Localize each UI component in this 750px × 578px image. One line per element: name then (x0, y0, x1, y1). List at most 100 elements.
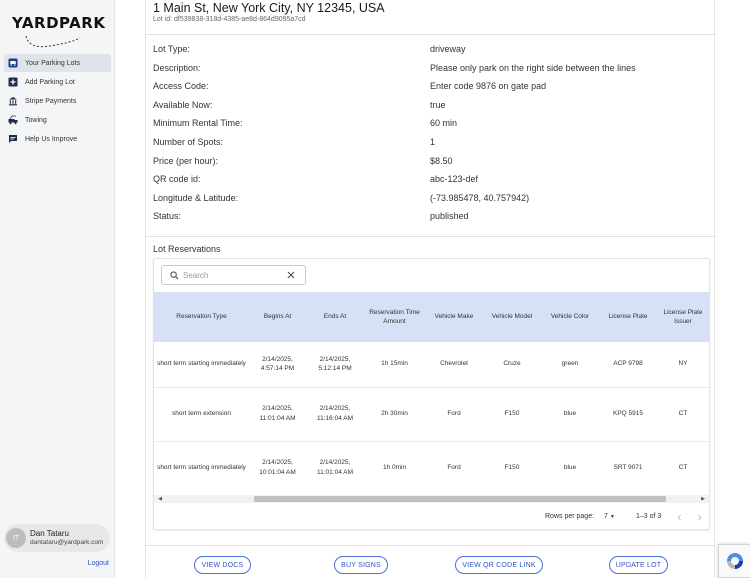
scroll-left-arrow-icon[interactable]: ◀ (156, 495, 164, 503)
table-cell: short term extension (154, 387, 249, 442)
detail-value: 60 min (430, 118, 458, 129)
table-cell: green (541, 342, 599, 388)
detail-label: QR code id: (153, 174, 201, 185)
divider (146, 545, 716, 546)
add-box-icon (8, 77, 18, 87)
sidebar-item-towing[interactable]: Towing (4, 111, 111, 129)
detail-value: Please only park on the right side betwe… (430, 62, 636, 73)
table-cell: short term starting immediately (154, 441, 249, 496)
scroll-right-arrow-icon[interactable]: ▶ (699, 495, 707, 503)
logout-link[interactable]: Logout (88, 560, 109, 567)
rows-per-page-label: Rows per page: (545, 513, 595, 520)
user-info: Dan Tataru dantataru@yardpark.com (30, 529, 103, 546)
sidebar-nav: Your Parking Lots Add Parking Lot Stripe… (4, 54, 111, 149)
table-row[interactable]: short term extension 2/14/2025, 11:01:04… (154, 387, 709, 442)
user-email: dantataru@yardpark.com (30, 538, 104, 546)
logo-text: YARDPARK (12, 14, 106, 32)
detail-row-qr-code-id: QR code id: abc-123-def (153, 172, 713, 191)
table-cell: 1h 0min (364, 441, 425, 496)
detail-row-status: Status: published (153, 209, 713, 228)
detail-row-price: Price (per hour): $8.50 (153, 154, 713, 173)
buy-signs-button[interactable]: BUY SIGNS (334, 556, 388, 574)
user-name: Dan Tataru (30, 529, 69, 539)
table-row[interactable]: short term starting immediately 2/14/202… (154, 441, 709, 496)
rows-per-page-select[interactable]: 7 ▼ (604, 513, 615, 520)
sidebar-item-label: Help Us Improve (25, 135, 78, 143)
column-header[interactable]: Begins At (249, 292, 306, 342)
view-docs-button[interactable]: VIEW DOCS (194, 556, 251, 574)
user-card[interactable]: IT Dan Tataru dantataru@yardpark.com (4, 524, 110, 552)
detail-row-available-now: Available Now: true (153, 98, 713, 117)
table-cell: 2h 30min (364, 387, 425, 442)
recaptcha-icon (726, 553, 743, 569)
rows-per-page-value: 7 (604, 513, 608, 520)
search-box (161, 265, 306, 285)
sidebar-item-stripe-payments[interactable]: Stripe Payments (4, 92, 111, 110)
search-input[interactable] (183, 270, 281, 280)
table-cell: short term starting immediately (154, 342, 249, 388)
tow-truck-icon (8, 115, 18, 125)
detail-row-access-code: Access Code: Enter code 9876 on gate pad (153, 79, 713, 98)
detail-label: Price (per hour): (153, 155, 219, 166)
detail-row-description: Description: Please only park on the righ… (153, 61, 713, 80)
column-header[interactable]: License Plate Issuer (657, 292, 709, 342)
sidebar-item-add-parking-lot[interactable]: Add Parking Lot (4, 73, 111, 91)
sidebar-item-label: Towing (25, 116, 47, 124)
column-header[interactable]: Ends At (306, 292, 364, 342)
detail-value: abc-123-def (430, 174, 479, 185)
sidebar-item-your-parking-lots[interactable]: Your Parking Lots (4, 54, 111, 72)
detail-value: 1 (430, 136, 436, 147)
lot-detail-panel: 1 Main St, New York City, NY 12345, USA … (145, 0, 716, 578)
detail-label: Access Code: (153, 81, 209, 92)
table-row[interactable]: short term starting immediately 2/14/202… (154, 342, 709, 388)
column-header[interactable]: Vehicle Make (425, 292, 483, 342)
scrollbar-thumb[interactable] (254, 496, 666, 502)
reservations-table-card: Reservation Type Begins At Ends At Reser… (153, 258, 710, 530)
reservations-table: Reservation Type Begins At Ends At Reser… (154, 292, 709, 496)
horizontal-scrollbar[interactable]: ◀ ▶ (154, 495, 709, 503)
chevron-down-icon: ▼ (609, 514, 615, 520)
table-cell: 2/14/2025, 11:01:04 AM (249, 387, 306, 442)
view-qr-code-link-button[interactable]: VIEW QR CODE LINK (455, 556, 543, 574)
column-header[interactable]: Vehicle Model (483, 292, 541, 342)
table-cell: F150 (483, 441, 541, 496)
detail-label: Description: (153, 62, 201, 73)
table-cell: Ford (425, 387, 483, 442)
column-header[interactable]: Reservation Time Amount (364, 292, 425, 342)
bank-icon (8, 96, 18, 106)
detail-value: driveway (430, 44, 466, 54)
column-header[interactable]: Reservation Type (154, 292, 249, 342)
column-header[interactable]: Vehicle Color (541, 292, 599, 342)
next-page-button[interactable] (693, 511, 705, 523)
previous-page-button[interactable] (673, 511, 685, 523)
sidebar-item-help-us-improve[interactable]: Help Us Improve (4, 130, 111, 148)
table-cell: SRT 9071 (599, 441, 657, 496)
table-cell: 1h 15min (364, 342, 425, 388)
table-cell: Ford (425, 441, 483, 496)
table-pagination: Rows per page: 7 ▼ 1–3 of 3 (154, 511, 709, 525)
table-header-row: Reservation Type Begins At Ends At Reser… (154, 292, 709, 342)
divider (146, 34, 716, 35)
detail-value: (-73.985478, 40.757942) (430, 192, 530, 203)
sidebar: YARDPARK Your Parking Lots Add Parking L… (0, 0, 115, 578)
sidebar-item-label: Add Parking Lot (25, 78, 75, 86)
chevron-left-icon (676, 514, 681, 520)
detail-value: true (430, 99, 446, 110)
table-cell: 2/14/2025, 11:01:04 AM (306, 441, 364, 496)
table-cell: CT (657, 387, 709, 442)
detail-label: Lot Type: (153, 44, 190, 54)
table-cell: CT (657, 441, 709, 496)
detail-value: Enter code 9876 on gate pad (430, 81, 547, 92)
update-lot-button[interactable]: UPDATE LOT (609, 556, 668, 574)
table-cell: Chevrolet (425, 342, 483, 388)
column-header[interactable]: License Plate (599, 292, 657, 342)
avatar: IT (6, 528, 26, 548)
clear-search-icon[interactable] (286, 270, 296, 280)
chevron-right-icon (697, 514, 702, 520)
app-root: YARDPARK Your Parking Lots Add Parking L… (0, 0, 750, 578)
yardpark-logo[interactable]: YARDPARK (10, 14, 110, 48)
feedback-icon (8, 134, 18, 144)
detail-row-number-of-spots: Number of Spots: 1 (153, 135, 713, 154)
recaptcha-badge[interactable] (718, 544, 750, 578)
detail-row-lot-type: Lot Type: driveway (153, 42, 713, 61)
